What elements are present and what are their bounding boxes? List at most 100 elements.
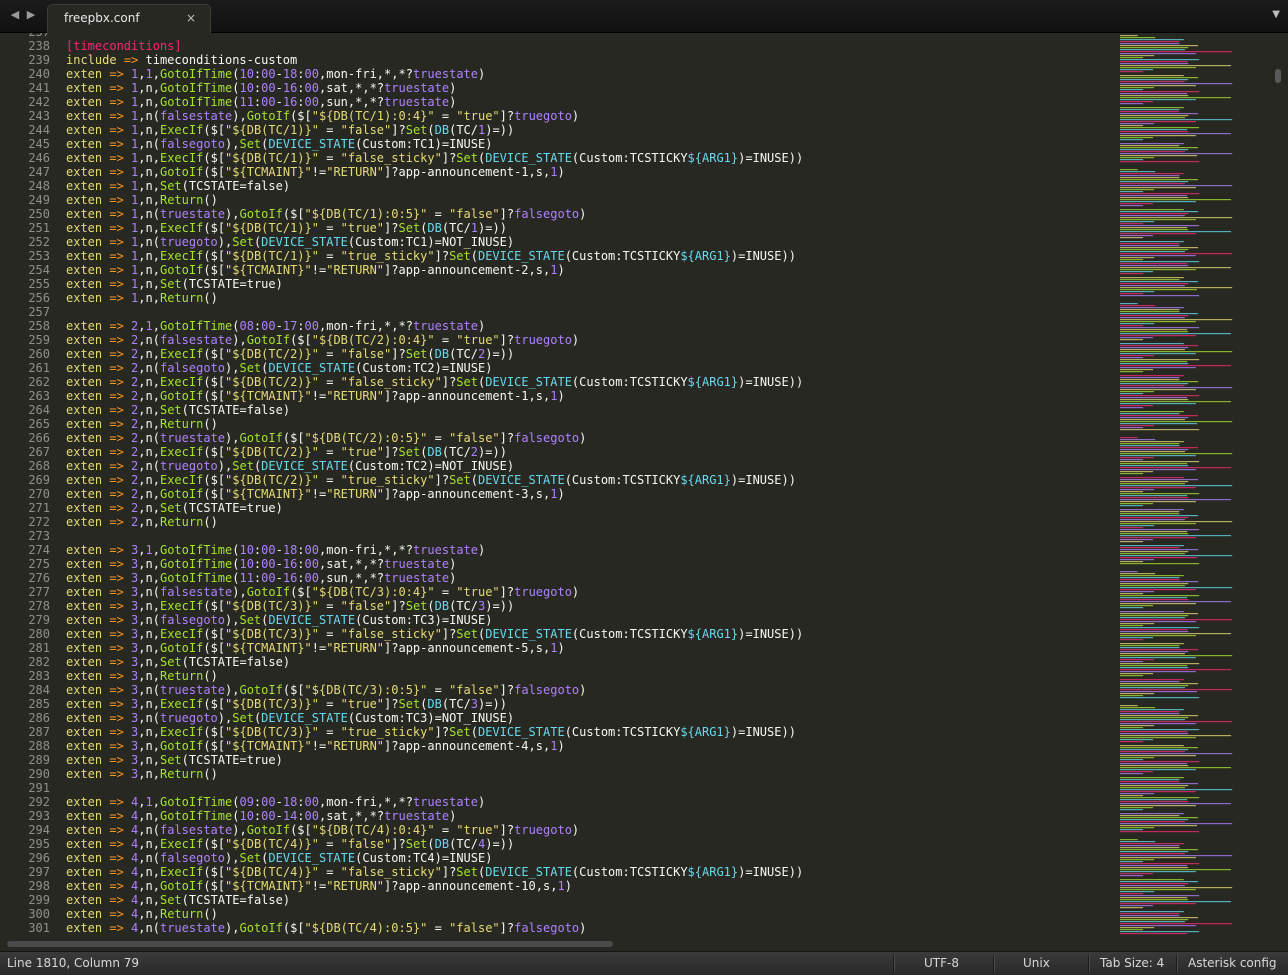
minimap-line	[1120, 41, 1180, 43]
minimap-line	[1120, 631, 1189, 633]
minimap-line	[1120, 613, 1199, 615]
minimap-line	[1120, 919, 1189, 921]
minimap-line	[1120, 473, 1144, 475]
minimap-line	[1120, 589, 1196, 591]
horizontal-scrollbar[interactable]	[0, 937, 1112, 950]
vertical-scroll-thumb[interactable]	[1275, 69, 1281, 83]
line-number: 295	[28, 837, 50, 851]
minimap-line	[1120, 829, 1144, 831]
minimap-line	[1120, 127, 1200, 129]
minimap-line	[1120, 157, 1155, 159]
minimap-line	[1120, 671, 1196, 673]
tab-freepbx-conf[interactable]: freepbx.conf ×	[47, 4, 211, 33]
code-line: exten => 1,n,GotoIf($["${TCMAINT}"!="RET…	[66, 165, 565, 179]
code-line: exten => 2,n,Set(TCSTATE=false)	[66, 403, 291, 417]
minimap-line	[1120, 353, 1196, 355]
minimap-line	[1120, 55, 1155, 57]
minimap-line	[1120, 529, 1200, 531]
minimap-line	[1120, 233, 1196, 235]
line-number: 257	[28, 305, 50, 319]
minimap-line	[1120, 291, 1155, 293]
minimap-line	[1120, 901, 1232, 903]
minimap-line	[1120, 599, 1189, 601]
minimap-line	[1120, 355, 1155, 357]
minimap-line	[1120, 797, 1200, 799]
code-area[interactable]: [timeconditions] include => timecondition…	[66, 33, 1106, 936]
minimap-line	[1120, 357, 1144, 359]
minimap-line	[1120, 799, 1188, 801]
minimap-line	[1120, 711, 1180, 713]
minimap-line	[1120, 735, 1232, 737]
forward-icon[interactable]: ▶	[25, 8, 37, 22]
minimap-line	[1120, 891, 1155, 893]
line-number: 241	[28, 81, 50, 95]
minimap-line	[1120, 445, 1180, 447]
code-line: exten => 2,n,ExecIf($["${DB(TC/2)}" = "t…	[66, 445, 507, 459]
minimap-line	[1120, 203, 1153, 205]
minimap-line	[1120, 759, 1144, 761]
minimap-line	[1120, 417, 1189, 419]
minimap-line	[1120, 83, 1233, 85]
code-line: exten => 1,n,GotoIf($["${TCMAINT}"!="RET…	[66, 263, 565, 277]
minimap-line	[1120, 825, 1197, 827]
minimap-line	[1120, 653, 1185, 655]
line-number: 273	[28, 529, 50, 543]
minimap-line	[1120, 563, 1200, 565]
syntax-indicator[interactable]: Asterisk config	[1188, 956, 1277, 970]
minimap-line	[1120, 191, 1144, 193]
minimap-line	[1120, 607, 1144, 609]
minimap-line	[1120, 271, 1153, 273]
code-line: exten => 3,n,Return()	[66, 767, 218, 781]
minimap-line	[1120, 227, 1188, 229]
minimap-line	[1120, 561, 1144, 563]
line-endings-indicator[interactable]: Unix	[1023, 956, 1050, 970]
minimap-line	[1120, 623, 1155, 625]
code-line: exten => 1,n,ExecIf($["${DB(TC/1)}" = "t…	[66, 221, 507, 235]
line-number: 284	[28, 683, 50, 697]
minimap-line	[1120, 219, 1196, 221]
code-line: exten => 3,n,ExecIf($["${DB(TC/3)}" = "t…	[66, 697, 507, 711]
minimap-line	[1120, 331, 1189, 333]
minimap-line	[1120, 559, 1155, 561]
minimap-line	[1120, 605, 1153, 607]
minimap-line	[1120, 43, 1180, 45]
code-editor[interactable]: 238 239 240 241 242 243 244 245 246 247 248 249 250 2…	[0, 33, 1112, 936]
minimap-line	[1120, 339, 1144, 341]
vertical-scrollbar[interactable]	[1272, 33, 1284, 936]
minimap-line	[1120, 899, 1189, 901]
minimap-line	[1120, 243, 1180, 245]
minimap-line	[1120, 245, 1180, 247]
encoding-indicator[interactable]: UTF-8	[924, 956, 959, 970]
tab-size-indicator[interactable]: Tab Size: 4	[1100, 956, 1164, 970]
minimap-line	[1120, 175, 1180, 177]
minimap-line	[1120, 571, 1138, 573]
line-number: 256	[28, 291, 50, 305]
line-number: 294	[28, 823, 50, 837]
minimap-line	[1120, 583, 1189, 585]
minimap-line	[1120, 147, 1199, 149]
minimap-line	[1120, 37, 1156, 39]
horizontal-scroll-thumb[interactable]	[7, 941, 613, 947]
minimap-line	[1120, 91, 1200, 93]
minimap-line	[1120, 385, 1185, 387]
minimap-line	[1120, 283, 1189, 285]
minimap[interactable]	[1116, 33, 1272, 936]
line-number: 291	[28, 781, 50, 795]
line-number: 296	[28, 851, 50, 865]
minimap-line	[1120, 597, 1188, 599]
minimap-line	[1120, 819, 1189, 821]
minimap-line	[1120, 863, 1200, 865]
line-number: 263	[28, 389, 50, 403]
tab-list-dropdown-icon[interactable]: ▼	[1272, 9, 1280, 20]
minimap-line	[1120, 495, 1188, 497]
minimap-line	[1120, 499, 1232, 501]
minimap-line	[1120, 483, 1185, 485]
line-number: 287	[28, 725, 50, 739]
minimap-line	[1120, 447, 1199, 449]
minimap-line	[1120, 723, 1196, 725]
close-icon[interactable]: ×	[186, 11, 196, 25]
minimap-line	[1120, 407, 1144, 409]
back-icon[interactable]: ◀	[9, 8, 21, 22]
minimap-line	[1120, 843, 1184, 845]
minimap-line	[1120, 875, 1144, 877]
